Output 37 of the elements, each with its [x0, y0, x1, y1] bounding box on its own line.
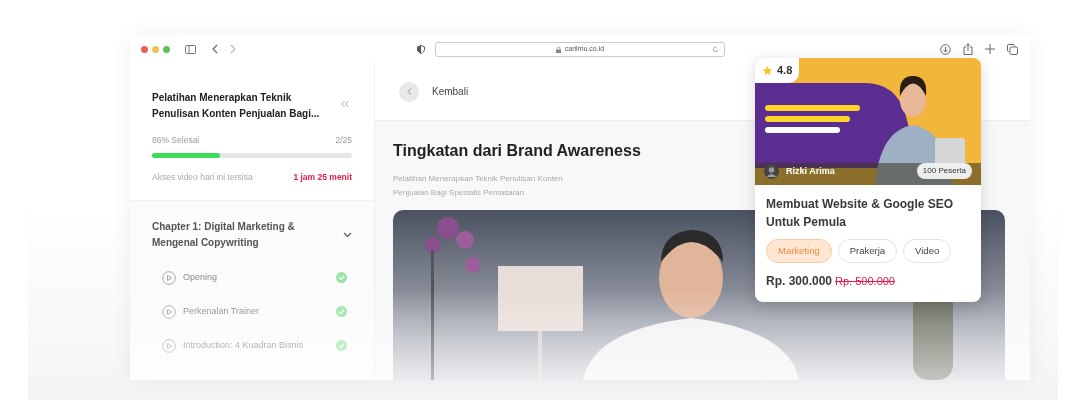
progress-label: 86% Selesai — [152, 134, 200, 147]
old-price: Rp. 500.000 — [835, 274, 895, 290]
play-icon — [162, 270, 176, 285]
lock-icon — [555, 46, 561, 53]
access-label: Akses video hari ini tersisa — [152, 170, 253, 184]
tabs-icon[interactable] — [1007, 43, 1018, 55]
instructor-name: Rizki Arima — [786, 164, 835, 178]
progress-count: 2/25 — [335, 134, 352, 147]
shield-icon — [417, 45, 425, 54]
play-icon — [162, 338, 176, 353]
download-icon[interactable] — [940, 43, 951, 55]
chapter-title[interactable]: Chapter 1: Digital Marketing & Mengenal Copywriting — [152, 218, 312, 251]
back-icon[interactable] — [212, 44, 218, 54]
share-icon[interactable] — [963, 43, 973, 55]
lesson-title: Tingkatan dari Brand Awareness — [393, 141, 642, 161]
forward-icon[interactable] — [230, 44, 236, 54]
tag-chip[interactable]: Prakerja — [837, 239, 898, 264]
back-button[interactable] — [399, 81, 419, 102]
avatar-icon — [764, 164, 779, 179]
sidebar-icon[interactable] — [185, 44, 196, 54]
chevron-left-icon — [406, 88, 412, 95]
star-icon — [762, 64, 773, 76]
reload-icon[interactable] — [712, 46, 719, 53]
tag-chip[interactable]: Video — [903, 239, 952, 264]
back-label[interactable]: Kembali — [432, 84, 469, 99]
course-card[interactable]: 4.8 Rizki Arima 100 Peserta Membuat Website & Google SEO Untuk Pemula Marketing Prakerja Video Rp. 300.000 Rp. 500.000 — [755, 58, 981, 303]
course-name: Pelatihan Menerapkan Teknik Penulisan Konten Penjualan Bagi Spesialis Pemasaran — [393, 173, 564, 199]
rating-badge: 4.8 — [755, 58, 800, 83]
price: Rp. 300.000 — [766, 273, 833, 291]
course-title: Pelatihan Menerapkan Teknik Penulisan Konten Penjualan Bagi... — [152, 91, 321, 121]
new-tab-icon[interactable] — [985, 44, 995, 54]
card-title: Membuat Website & Google SEO Untuk Pemula — [766, 196, 955, 231]
chevron-down-icon[interactable] — [343, 231, 352, 238]
lesson-title[interactable]: Opening — [183, 270, 336, 285]
participants-badge: 100 Peserta — [916, 163, 972, 179]
play-icon — [162, 304, 176, 319]
access-time: 1 jam 25 menit — [293, 170, 352, 184]
